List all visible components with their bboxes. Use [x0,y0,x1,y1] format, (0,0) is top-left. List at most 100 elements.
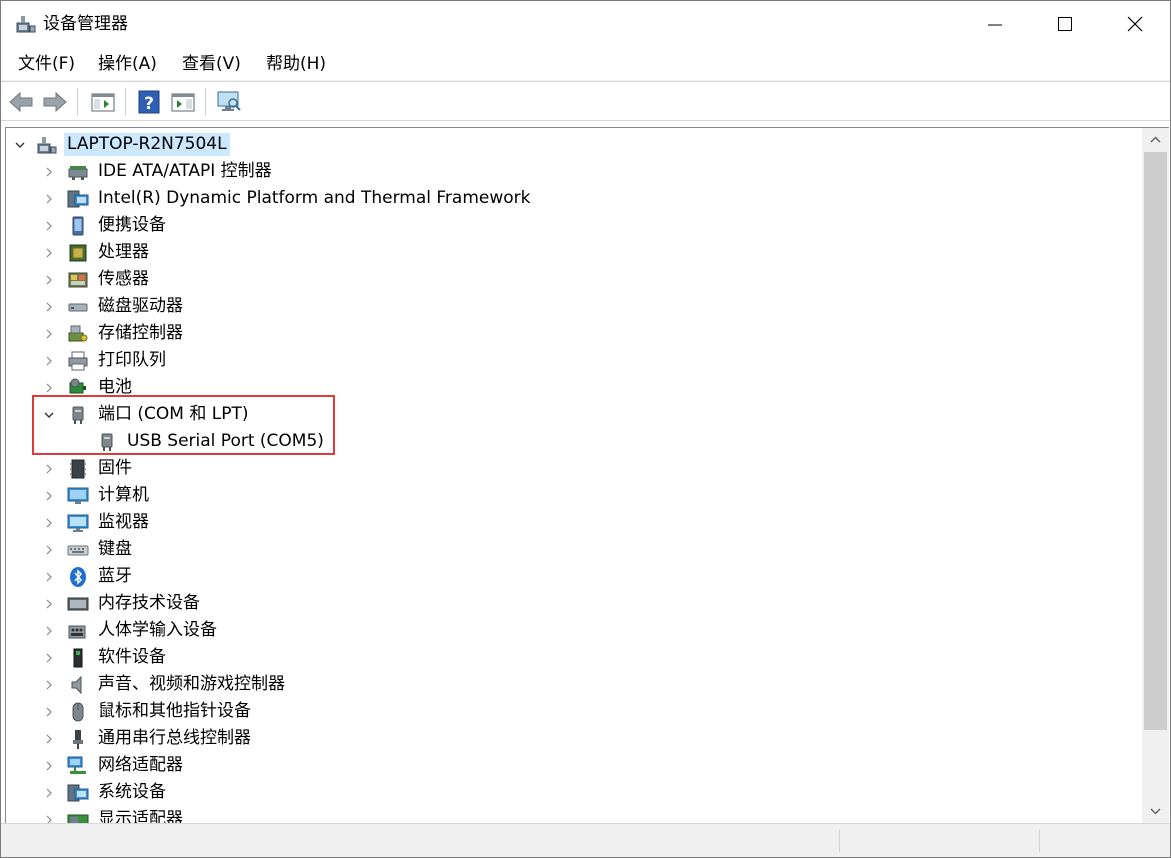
tree-category[interactable]: 计算机 [6,482,1142,509]
tree-root-label[interactable]: LAPTOP-R2N7504L [64,133,230,156]
keyboard-icon [67,545,89,556]
tree-category[interactable]: 磁盘驱动器 [6,293,1142,320]
tree-category[interactable]: 存储控制器 [6,320,1142,347]
chevron-right-icon[interactable] [43,733,55,745]
system-device-icon [67,784,89,802]
tree-category[interactable]: 软件设备 [6,644,1142,671]
menu-help[interactable]: 帮助(H) [264,53,328,75]
chevron-right-icon[interactable] [43,166,55,178]
chevron-right-icon[interactable] [43,760,55,772]
chevron-right-icon[interactable] [43,193,55,205]
display-adapter-icon [67,814,89,823]
chevron-right-icon[interactable] [43,355,55,367]
tree-category[interactable]: 便携设备 [6,212,1142,239]
tree-category[interactable]: 显示适配器 [6,806,1142,823]
menu-file[interactable]: 文件(F) [16,53,77,75]
tree-category[interactable]: 鼠标和其他指针设备 [6,698,1142,725]
tree-category[interactable]: 通用串行总线控制器 [6,725,1142,752]
scroll-up-button[interactable] [1142,128,1169,152]
chevron-right-icon[interactable] [43,787,55,799]
tree-category[interactable]: 传感器 [6,266,1142,293]
vertical-scrollbar[interactable] [1142,127,1169,823]
tree-category[interactable]: 监视器 [6,509,1142,536]
tree-category[interactable]: 内存技术设备 [6,590,1142,617]
chevron-right-icon[interactable] [43,814,55,823]
properties-icon [171,93,195,112]
menu-action[interactable]: 操作(A) [96,53,159,75]
chevron-right-icon[interactable] [43,274,55,286]
tree-category[interactable]: 系统设备 [6,779,1142,806]
tree-item-label[interactable]: 内存技术设备 [98,592,200,615]
tree-item-label[interactable]: Intel(R) Dynamic Platform and Thermal Fr… [98,187,531,210]
show-hide-tree-button[interactable] [89,88,117,116]
chevron-right-icon[interactable] [43,220,55,232]
chevron-right-icon[interactable] [43,544,55,556]
tree-item-label[interactable]: 软件设备 [98,646,166,669]
chevron-right-icon[interactable] [43,382,55,394]
minimize-icon [988,24,1002,26]
title-bar[interactable]: 设备管理器 [1,1,1170,47]
tree-item-label[interactable]: 打印队列 [98,349,166,372]
chevron-right-icon[interactable] [43,490,55,502]
memory-device-icon [67,597,89,611]
menu-view[interactable]: 查看(V) [180,53,243,75]
properties-button[interactable] [169,88,197,116]
tree-item-label[interactable]: 网络适配器 [98,754,183,777]
tree-item-label[interactable]: 键盘 [98,538,132,561]
scan-hardware-icon [217,91,241,111]
tree-item-label[interactable]: IDE ATA/ATAPI 控制器 [98,160,272,183]
chevron-right-icon[interactable] [43,463,55,475]
tree-category[interactable]: 固件 [6,455,1142,482]
tree-item-label[interactable]: 鼠标和其他指针设备 [98,700,251,723]
maximize-button[interactable] [1030,1,1100,47]
forward-button[interactable] [41,88,69,116]
chevron-right-icon[interactable] [43,706,55,718]
tree-item-label[interactable]: 磁盘驱动器 [98,295,183,318]
chevron-right-icon[interactable] [43,598,55,610]
tree-category[interactable]: 声音、视频和游戏控制器 [6,671,1142,698]
chevron-right-icon[interactable] [43,517,55,529]
tree-item-label[interactable]: 便携设备 [98,214,166,237]
chevron-right-icon[interactable] [43,328,55,340]
tree-item-label[interactable]: 显示适配器 [98,808,183,823]
chevron-right-icon[interactable] [43,301,55,313]
close-button[interactable] [1100,1,1170,47]
help-button[interactable]: ? [135,88,163,116]
chevron-right-icon[interactable] [43,571,55,583]
tree-category[interactable]: 处理器 [6,239,1142,266]
tree-item-label[interactable]: 系统设备 [98,781,166,804]
tree-category[interactable]: 打印队列 [6,347,1142,374]
help-icon: ? [138,90,160,114]
tree-item-label[interactable]: 人体学输入设备 [98,619,217,642]
tree-item-label[interactable]: 监视器 [98,511,149,534]
chevron-right-icon[interactable] [43,652,55,664]
tree-item-label[interactable]: 声音、视频和游戏控制器 [98,673,285,696]
tree-item-label[interactable]: 蓝牙 [98,565,132,588]
chevron-right-icon[interactable] [43,679,55,691]
tree-category[interactable]: IDE ATA/ATAPI 控制器 [6,158,1142,185]
chevron-right-icon[interactable] [43,247,55,259]
tree-item-label[interactable]: 传感器 [98,268,149,291]
printer-icon [68,351,88,371]
tree-category[interactable]: Intel(R) Dynamic Platform and Thermal Fr… [6,185,1142,212]
tree-item-label[interactable]: 处理器 [98,241,149,264]
tree-item-label[interactable]: 固件 [98,457,132,480]
minimize-button[interactable] [960,1,1030,47]
chevron-right-icon[interactable] [43,625,55,637]
scroll-down-button[interactable] [1142,799,1169,823]
device-tree[interactable]: LAPTOP-R2N7504L IDE ATA/ATAPI 控制器 Intel(R… [5,127,1142,823]
tree-category[interactable]: 网络适配器 [6,752,1142,779]
device-manager-icon [16,16,36,33]
tree-category[interactable]: 蓝牙 [6,563,1142,590]
storage-controller-icon [68,325,88,342]
tree-category[interactable]: 键盘 [6,536,1142,563]
tree-item-label[interactable]: 通用串行总线控制器 [98,727,251,750]
tree-item-label[interactable]: 计算机 [98,484,149,507]
back-button[interactable] [7,88,35,116]
scan-hardware-button[interactable] [215,88,243,116]
tree-root[interactable]: LAPTOP-R2N7504L [6,131,1142,158]
tree-item-label[interactable]: 存储控制器 [98,322,183,345]
tree-category[interactable]: 人体学输入设备 [6,617,1142,644]
scroll-thumb[interactable] [1144,152,1167,730]
chevron-down-icon[interactable] [14,139,26,151]
